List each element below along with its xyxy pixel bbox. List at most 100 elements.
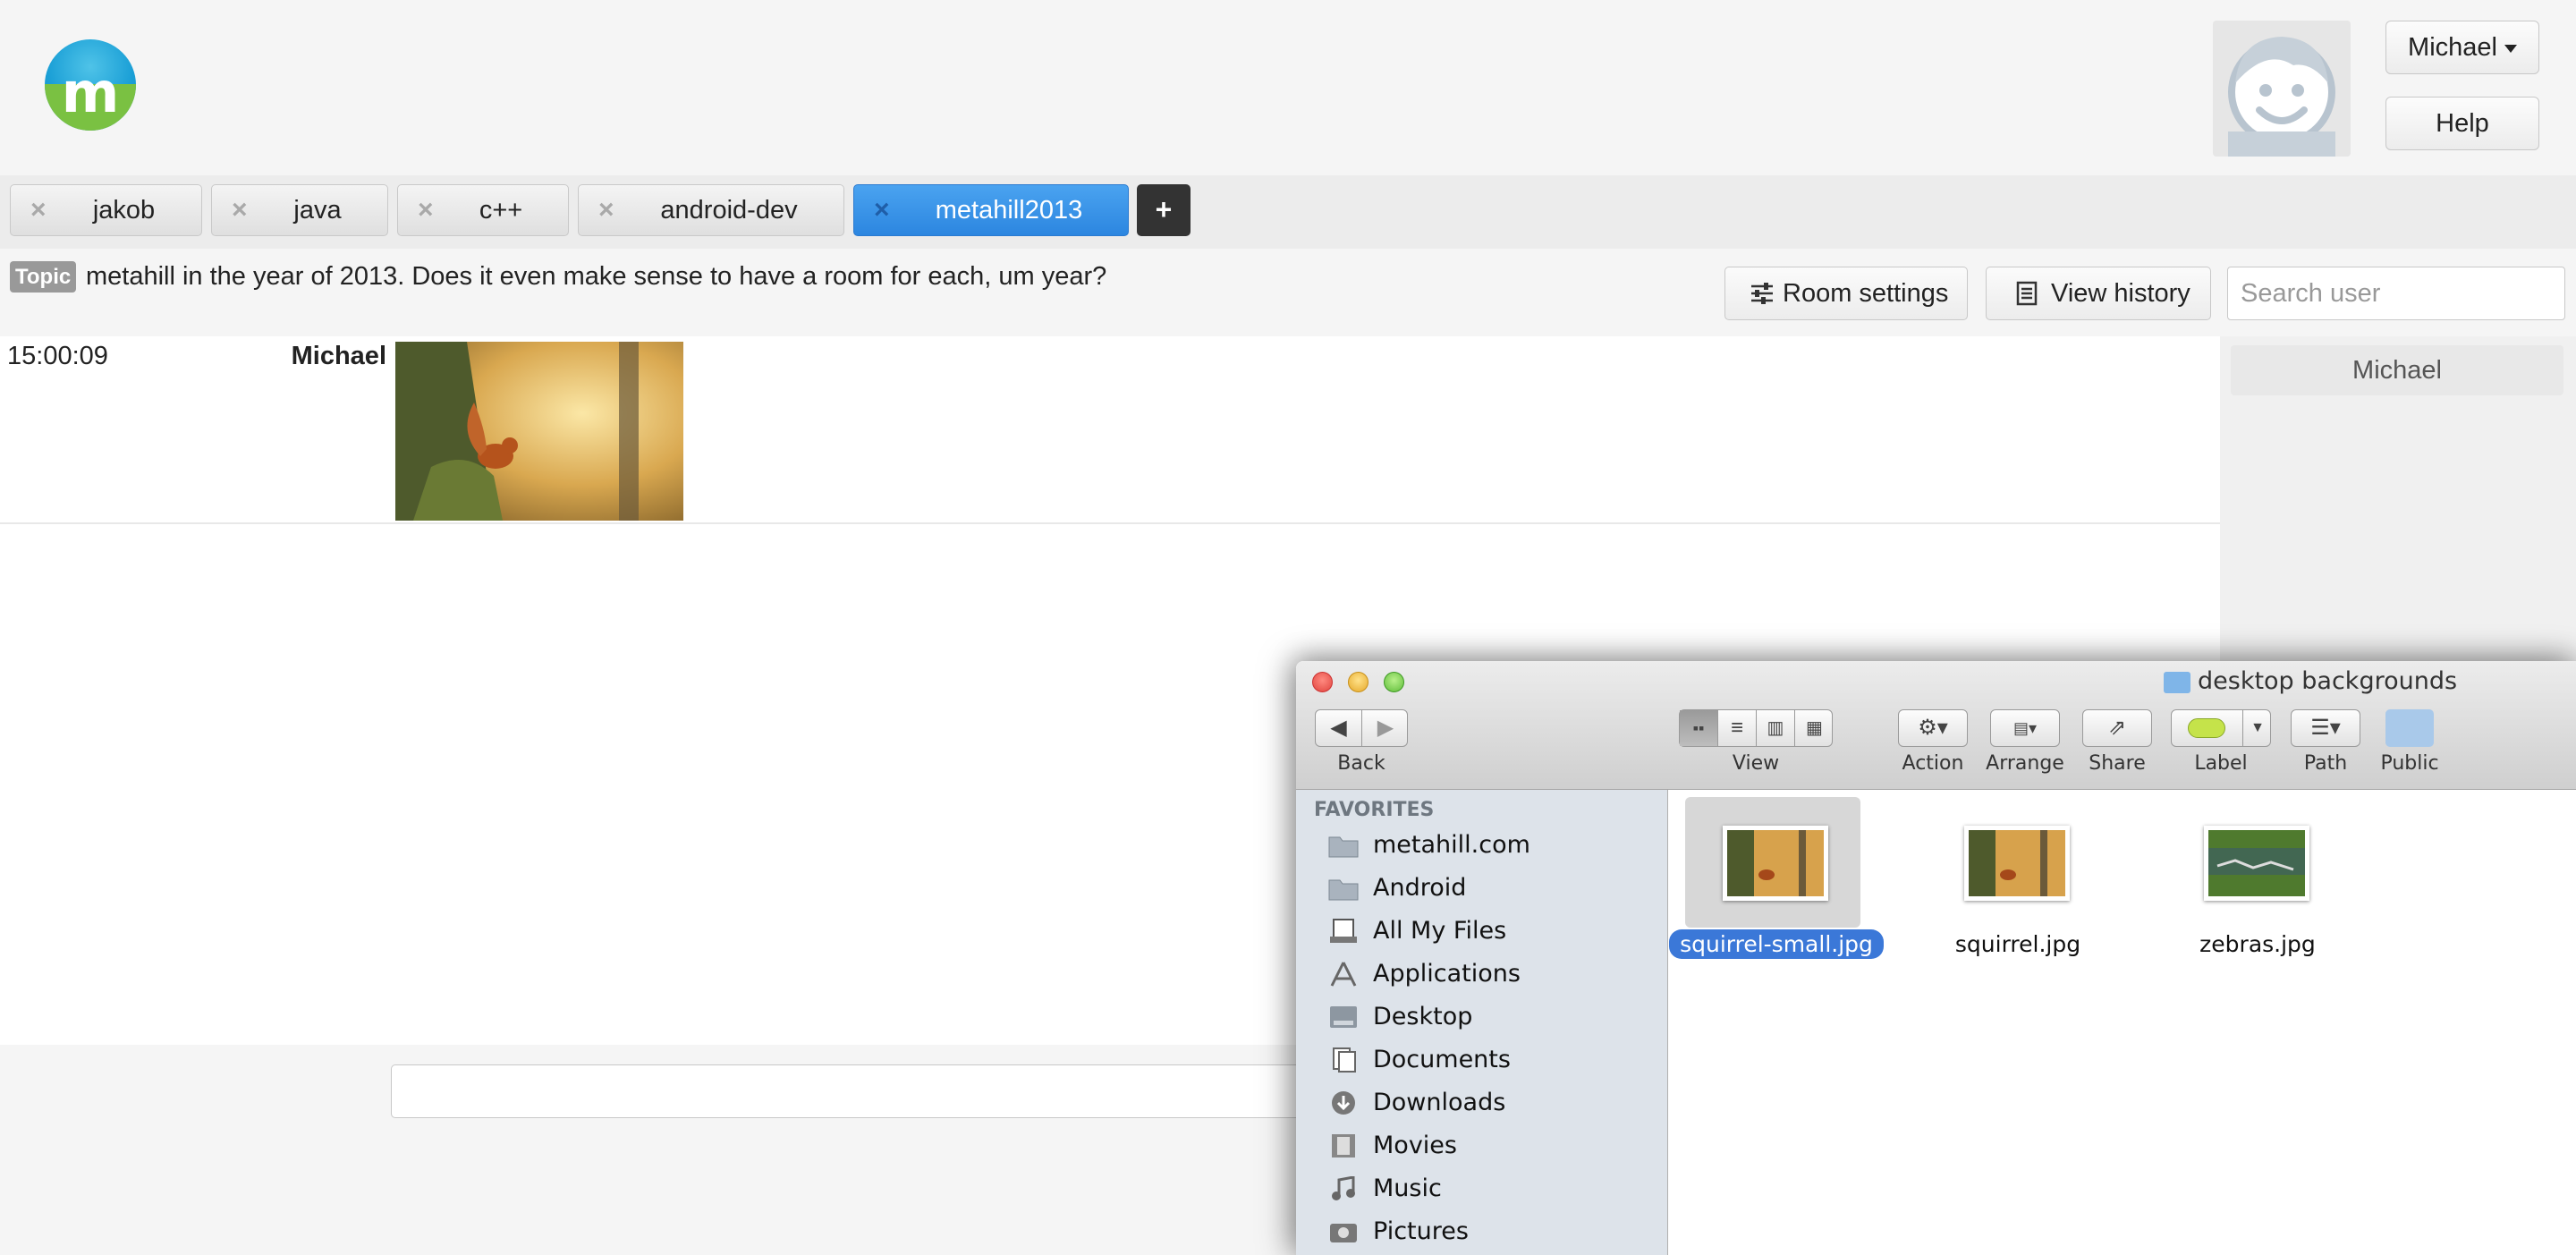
close-tab-icon[interactable]: × xyxy=(874,185,895,235)
gear-icon: ⚙▾ xyxy=(1918,716,1948,740)
sidebar-item-desktop[interactable]: Desktop xyxy=(1328,997,1659,1037)
tab-metahill2013[interactable]: × metahill2013 xyxy=(853,184,1129,236)
pictures-icon xyxy=(1330,1224,1357,1242)
message-row: 15:00:09 Michael xyxy=(0,336,2220,524)
minimize-window-button[interactable] xyxy=(1348,672,1368,692)
close-window-button[interactable] xyxy=(1312,672,1333,692)
finder-sidebar: FAVORITES metahill.com Android All My Fi… xyxy=(1296,790,1668,1255)
image-thumbnail xyxy=(1964,826,2070,901)
topic-text: metahill in the year of 2013. Does it ev… xyxy=(86,262,1107,291)
applications-icon xyxy=(1330,962,1357,987)
sidebar-item-all-my-files[interactable]: All My Files xyxy=(1328,912,1659,951)
view-history-label: View history xyxy=(2051,279,2190,308)
public-label: Public xyxy=(2380,752,2439,775)
room-tab-bar: × jakob × java × c++ × android-dev × met… xyxy=(0,175,2576,249)
tab-android-dev[interactable]: × android-dev xyxy=(578,184,844,236)
label-menu-button[interactable]: ▼ xyxy=(2243,710,2272,746)
tab-jakob[interactable]: × jakob xyxy=(10,184,202,236)
list-view-button[interactable]: ≡ xyxy=(1718,710,1757,746)
tab-java[interactable]: × java xyxy=(211,184,388,236)
share-icon: ⇗ xyxy=(2107,716,2127,740)
close-tab-icon[interactable]: × xyxy=(30,185,52,235)
folder-icon xyxy=(1328,879,1359,901)
caret-down-icon xyxy=(2504,44,2517,53)
file-name: zebras.jpg xyxy=(2199,931,2316,957)
file-item[interactable]: squirrel-small.jpg xyxy=(1669,790,1884,969)
grid-icon: ▪▪ xyxy=(1692,719,1705,737)
app-header: m Michael Help xyxy=(0,0,2576,175)
finder-window: desktop backgrounds ◀ ▶ Back ▪▪ ≡ ▥ ▦ Vi… xyxy=(1296,661,2576,1255)
columns-icon: ▥ xyxy=(1767,718,1784,738)
sidebar-item-android[interactable]: Android xyxy=(1328,869,1659,908)
tab-label: metahill2013 xyxy=(935,196,1083,225)
help-button[interactable]: Help xyxy=(2385,97,2539,150)
back-arrow-icon: ◀ xyxy=(1330,716,1347,740)
downloads-icon xyxy=(1332,1091,1355,1115)
file-item[interactable]: squirrel.jpg xyxy=(1911,790,2125,969)
label-color-swatch xyxy=(2188,718,2225,738)
search-user-input[interactable] xyxy=(2227,267,2565,320)
tab-label: java xyxy=(293,196,342,225)
back-button[interactable]: ◀ xyxy=(1316,710,1362,746)
metahill-logo-icon[interactable]: m xyxy=(45,39,136,131)
arrange-icon: ▤▾ xyxy=(2012,719,2038,737)
close-tab-icon[interactable]: × xyxy=(418,185,439,235)
label-color-button[interactable] xyxy=(2172,710,2243,746)
sidebar-item-downloads[interactable]: Downloads xyxy=(1328,1083,1659,1123)
sliders-icon xyxy=(1751,283,1773,304)
add-room-button[interactable]: + xyxy=(1137,184,1191,236)
user-list-item[interactable]: Michael xyxy=(2231,345,2563,395)
tab-cpp[interactable]: × c++ xyxy=(397,184,569,236)
label-label: Label xyxy=(2194,752,2248,775)
file-item[interactable]: zebras.jpg xyxy=(2150,790,2365,969)
chevron-down-icon: ▼ xyxy=(2250,720,2265,735)
file-name: squirrel-small.jpg xyxy=(1669,929,1884,959)
user-menu-label: Michael xyxy=(2408,33,2497,62)
close-tab-icon[interactable]: × xyxy=(598,185,620,235)
label-control: ▼ xyxy=(2171,709,2271,747)
finder-toolbar: desktop backgrounds ◀ ▶ Back ▪▪ ≡ ▥ ▦ Vi… xyxy=(1296,661,2576,790)
image-thumbnail xyxy=(1723,826,1828,901)
music-icon xyxy=(1332,1176,1355,1200)
share-label: Share xyxy=(2089,752,2146,775)
user-menu-button[interactable]: Michael xyxy=(2385,21,2539,74)
documents-icon xyxy=(1333,1047,1356,1073)
arrange-label: Arrange xyxy=(1986,752,2064,775)
sidebar-item-documents[interactable]: Documents xyxy=(1328,1040,1659,1080)
tab-label: c++ xyxy=(479,196,523,225)
coverflow-icon: ▦ xyxy=(1806,718,1823,738)
squirrel-image[interactable] xyxy=(395,342,683,521)
arrange-button[interactable]: ▤▾ xyxy=(1990,709,2060,747)
path-label: Path xyxy=(2303,752,2348,775)
forward-button[interactable]: ▶ xyxy=(1362,710,1409,746)
zoom-window-button[interactable] xyxy=(1384,672,1404,692)
sidebar-item-music[interactable]: Music xyxy=(1328,1169,1659,1208)
help-label: Help xyxy=(2436,109,2489,138)
column-view-button[interactable]: ▥ xyxy=(1757,710,1795,746)
close-tab-icon[interactable]: × xyxy=(232,185,253,235)
topic-bar: Topic metahill in the year of 2013. Does… xyxy=(0,249,2576,336)
path-button[interactable]: ☰▾ xyxy=(2291,709,2360,747)
view-history-button[interactable]: View history xyxy=(1986,267,2211,320)
action-button[interactable]: ⚙▾ xyxy=(1898,709,1968,747)
image-thumbnail xyxy=(2204,826,2309,901)
movies-icon xyxy=(1332,1134,1355,1157)
list-icon: ≡ xyxy=(1730,716,1743,740)
list-icon xyxy=(2016,281,2038,306)
sidebar-item-metahill[interactable]: metahill.com xyxy=(1328,826,1659,865)
message-author[interactable]: Michael xyxy=(242,342,386,371)
room-settings-button[interactable]: Room settings xyxy=(1724,267,1968,320)
sidebar-item-movies[interactable]: Movies xyxy=(1328,1126,1659,1166)
icon-view-button[interactable]: ▪▪ xyxy=(1680,710,1718,746)
share-button[interactable]: ⇗ xyxy=(2082,709,2152,747)
topic-badge: Topic xyxy=(10,261,77,293)
all-files-icon xyxy=(1330,919,1357,943)
favorites-heading: FAVORITES xyxy=(1314,799,1435,821)
view-label: View xyxy=(1732,752,1780,775)
sidebar-item-applications[interactable]: Applications xyxy=(1328,954,1659,994)
plus-icon: + xyxy=(1155,193,1173,225)
sidebar-item-pictures[interactable]: Pictures xyxy=(1328,1212,1659,1251)
tab-label: jakob xyxy=(92,196,156,225)
public-folder-icon[interactable] xyxy=(2385,709,2434,747)
coverflow-view-button[interactable]: ▦ xyxy=(1795,710,1834,746)
